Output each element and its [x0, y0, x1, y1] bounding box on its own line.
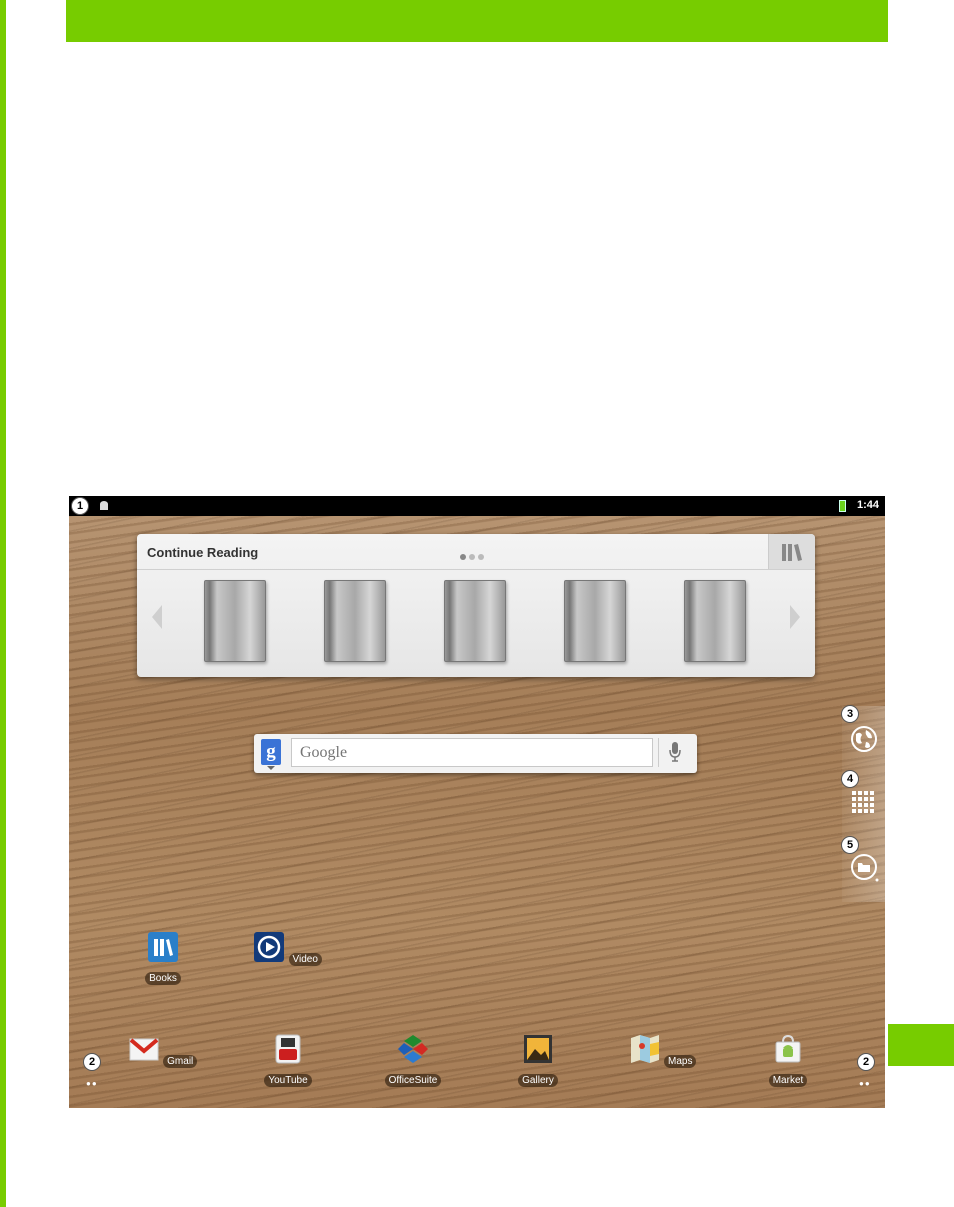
callout-badge-1: 1 [71, 497, 89, 515]
widget-title: Continue Reading [147, 545, 259, 560]
continue-reading-widget[interactable]: Continue Reading [137, 534, 815, 677]
google-search-widget: g [254, 734, 697, 773]
app-label: Gallery [518, 1074, 558, 1087]
app-label: Market [768, 1074, 808, 1087]
search-input[interactable] [291, 738, 653, 767]
home-page-indicator[interactable]: ●● [859, 1079, 871, 1088]
callout-badge-3: 3 [841, 705, 859, 723]
callout-badge-2: 2 [857, 1053, 875, 1071]
app-market[interactable]: Market [753, 1034, 823, 1088]
browser-globe-icon[interactable] [850, 725, 878, 753]
scroll-right-arrow-icon[interactable] [789, 604, 801, 630]
chevron-down-icon[interactable] [267, 766, 275, 770]
books-icon [148, 932, 178, 962]
app-gmail[interactable]: Gmail [128, 1034, 198, 1069]
app-label: Gmail [163, 1055, 198, 1068]
clock: 1:44 [857, 499, 880, 511]
microphone-icon [669, 742, 681, 762]
all-apps-grid-icon[interactable] [851, 790, 877, 816]
book-cover[interactable] [684, 580, 746, 662]
status-bar: 1 1:44 [69, 496, 885, 516]
page-dot [478, 554, 484, 560]
callout-badge-5: 5 [841, 836, 859, 854]
android-debug-icon [100, 501, 108, 510]
app-gallery[interactable]: Gallery [503, 1034, 573, 1088]
app-label: Books [145, 972, 181, 985]
app-maps[interactable]: Maps [628, 1034, 698, 1069]
app-label: OfficeSuite [384, 1074, 442, 1087]
page-dot [469, 554, 475, 560]
library-icon [782, 544, 802, 561]
book-cover[interactable] [204, 580, 266, 662]
widget-divider [137, 569, 815, 570]
gmail-icon [129, 1038, 159, 1061]
google-logo-icon[interactable]: g [261, 739, 281, 765]
callout-badge-2: 2 [83, 1053, 101, 1071]
app-officesuite[interactable]: OfficeSuite [378, 1034, 448, 1088]
market-icon [775, 1034, 801, 1063]
officesuite-icon [398, 1035, 428, 1063]
callout-badge-4: 4 [841, 770, 859, 788]
book-cover[interactable] [324, 580, 386, 662]
scroll-left-arrow-icon[interactable] [151, 604, 163, 630]
widget-page-indicator [460, 547, 487, 565]
voice-search-button[interactable] [658, 738, 692, 767]
left-accent-bar [0, 0, 6, 1207]
side-accent-tab [888, 1024, 954, 1066]
gallery-icon [524, 1035, 552, 1063]
app-label: YouTube [264, 1074, 312, 1087]
app-youtube[interactable]: YouTube [253, 1034, 323, 1088]
maps-icon [630, 1035, 659, 1063]
android-home-screen: 1 1:44 Continue Reading g Google 3 4 5 B… [69, 496, 885, 1108]
youtube-icon [275, 1034, 301, 1064]
book-cover[interactable] [444, 580, 506, 662]
video-icon [254, 932, 285, 962]
app-label: Maps [664, 1055, 697, 1068]
library-button[interactable] [768, 534, 815, 569]
home-page-indicator[interactable]: ●● [86, 1079, 98, 1088]
app-books[interactable]: Books [128, 932, 198, 986]
app-video[interactable]: Video [253, 932, 323, 967]
page-dot [460, 554, 466, 560]
book-cover[interactable] [564, 580, 626, 662]
file-manager-icon[interactable] [850, 853, 880, 883]
top-accent-bar [66, 0, 888, 42]
battery-icon [839, 500, 846, 512]
app-label: Video [288, 953, 322, 966]
